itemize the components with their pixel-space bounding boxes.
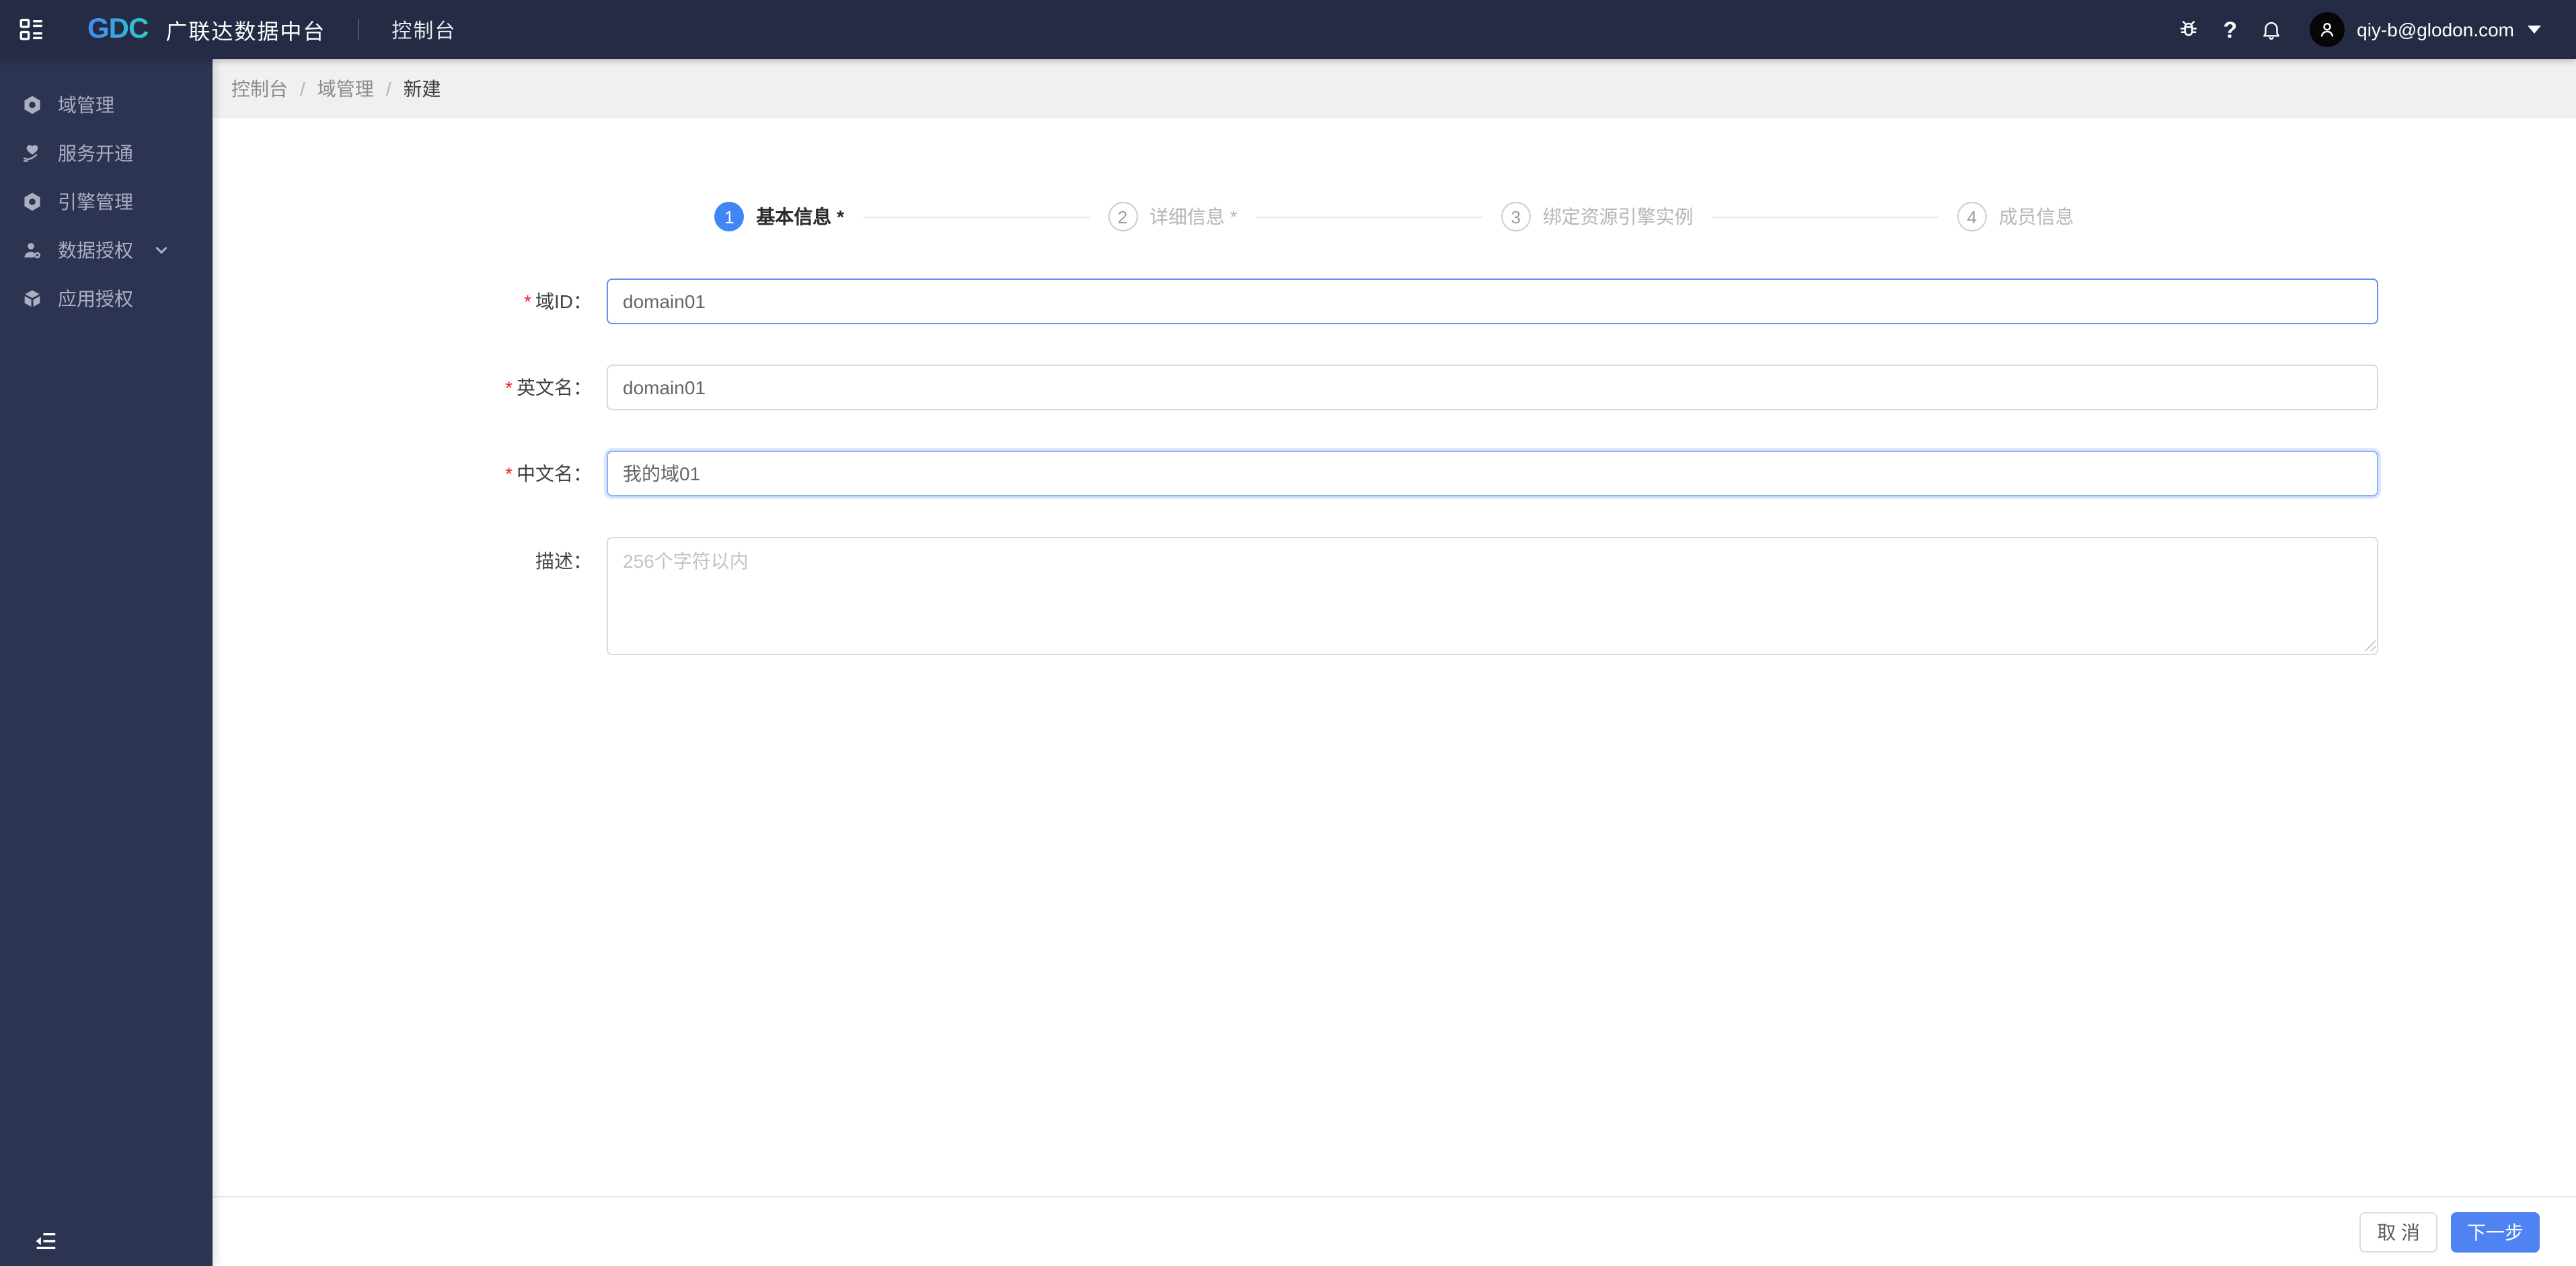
basic-info-form: *域ID： *英文名： *中文名： (213, 278, 2576, 655)
required-marker: * (524, 291, 531, 312)
bug-report-icon[interactable] (2176, 17, 2200, 42)
step-bind-engine-instance: 3 绑定资源引擎实例 (1501, 202, 1694, 231)
gdc-logo[interactable]: GDC (87, 13, 149, 46)
domain-id-label: * 域ID： (524, 291, 592, 312)
step-label: 基本信息 * (756, 206, 844, 227)
content-area: 控制台 / 域管理 / 新建 1 基本信息 * 2 详细信息 * 3 绑定资源引… (213, 59, 2576, 1266)
sidebar: 域管理 服务开通 引擎管理 数据授权 应用授权 (0, 59, 213, 1266)
breadcrumb-separator: / (385, 78, 391, 100)
stepper: 1 基本信息 * 2 详细信息 * 3 绑定资源引擎实例 4 成员信息 (213, 202, 2576, 231)
description-label: 描述： (535, 550, 592, 572)
breadcrumb-console[interactable]: 控制台 (231, 75, 288, 102)
step-connector (863, 216, 1089, 217)
wizard-page: 1 基本信息 * 2 详细信息 * 3 绑定资源引擎实例 4 成员信息 * 域I… (213, 118, 2576, 1196)
required-marker: * (505, 377, 513, 398)
hexagon-nut-icon (22, 94, 43, 116)
step-connector (1712, 216, 1938, 217)
notifications-bell-icon[interactable] (2260, 17, 2283, 42)
hexagon-nut-icon (22, 191, 43, 213)
sidebar-item-label: 数据授权 (58, 239, 133, 261)
cube-icon (22, 288, 43, 309)
sidebar-item-data-authorization[interactable]: 数据授权 (0, 226, 213, 274)
form-row-domain-id: * 域ID： (213, 278, 2576, 324)
help-icon[interactable]: ? (2223, 18, 2237, 41)
console-nav-link[interactable]: 控制台 (391, 15, 456, 44)
main-area: 域管理 服务开通 引擎管理 数据授权 应用授权 控制台 / 域管理 / 新建 1… (0, 59, 2576, 1266)
top-header: GDC 广联达数据中台 控制台 ? qiy-b@glodon.com (0, 0, 2576, 59)
english-name-input[interactable] (607, 365, 2378, 410)
breadcrumb: 控制台 / 域管理 / 新建 (213, 59, 2576, 118)
sidebar-item-label: 域管理 (58, 94, 114, 116)
form-row-chinese-name: * 中文名： (213, 451, 2576, 496)
user-gear-icon (22, 239, 43, 261)
avatar (2310, 12, 2345, 47)
wizard-footer: 取 消 下一步 (213, 1196, 2576, 1266)
step-detail-info: 2 详细信息 * (1108, 202, 1238, 231)
step-label: 绑定资源引擎实例 (1542, 206, 1694, 227)
required-marker: * (505, 463, 513, 484)
step-connector (1256, 216, 1482, 217)
user-menu[interactable]: qiy-b@glodon.com (2310, 12, 2541, 47)
sidebar-item-label: 服务开通 (58, 143, 133, 164)
cancel-button[interactable]: 取 消 (2359, 1212, 2437, 1252)
user-email: qiy-b@glodon.com (2357, 19, 2514, 40)
step-label: 成员信息 (1998, 206, 2074, 227)
sidebar-item-domain-management[interactable]: 域管理 (0, 81, 213, 129)
step-member-info: 4 成员信息 (1957, 202, 2074, 231)
header-divider (358, 19, 360, 40)
sidebar-item-engine-management[interactable]: 引擎管理 (0, 178, 213, 226)
domain-id-input[interactable] (607, 278, 2378, 324)
step-number: 4 (1957, 202, 1987, 231)
step-number: 2 (1108, 202, 1137, 231)
step-number: 3 (1501, 202, 1531, 231)
sidebar-item-label: 引擎管理 (58, 191, 133, 213)
step-number: 1 (714, 202, 745, 231)
chevron-down-icon (2528, 26, 2541, 34)
english-name-label: * 英文名： (505, 377, 592, 398)
sidebar-item-service-activation[interactable]: 服务开通 (0, 129, 213, 178)
app-root: GDC 广联达数据中台 控制台 ? qiy-b@glodon.com 域管理 服… (0, 0, 2576, 1266)
step-label: 详细信息 * (1149, 206, 1238, 227)
step-basic-info: 1 基本信息 * (714, 202, 844, 231)
next-step-button[interactable]: 下一步 (2451, 1212, 2540, 1252)
breadcrumb-domain-management[interactable]: 域管理 (317, 75, 374, 102)
app-grid-icon[interactable] (19, 17, 44, 42)
form-row-description: 描述： (213, 537, 2576, 655)
sidebar-collapse-icon[interactable] (35, 1231, 56, 1251)
chinese-name-label: * 中文名： (505, 463, 592, 484)
product-title: 广联达数据中台 (165, 22, 326, 44)
sidebar-menu: 域管理 服务开通 引擎管理 数据授权 应用授权 (0, 59, 213, 323)
form-row-english-name: * 英文名： (213, 365, 2576, 410)
chevron-down-icon (155, 244, 168, 257)
description-textarea[interactable] (607, 537, 2378, 655)
breadcrumb-separator: / (300, 78, 305, 100)
hand-heart-icon (22, 143, 43, 164)
sidebar-item-label: 应用授权 (58, 288, 133, 309)
chinese-name-input[interactable] (607, 451, 2378, 496)
sidebar-item-app-authorization[interactable]: 应用授权 (0, 274, 213, 323)
breadcrumb-current-new: 新建 (403, 78, 441, 100)
